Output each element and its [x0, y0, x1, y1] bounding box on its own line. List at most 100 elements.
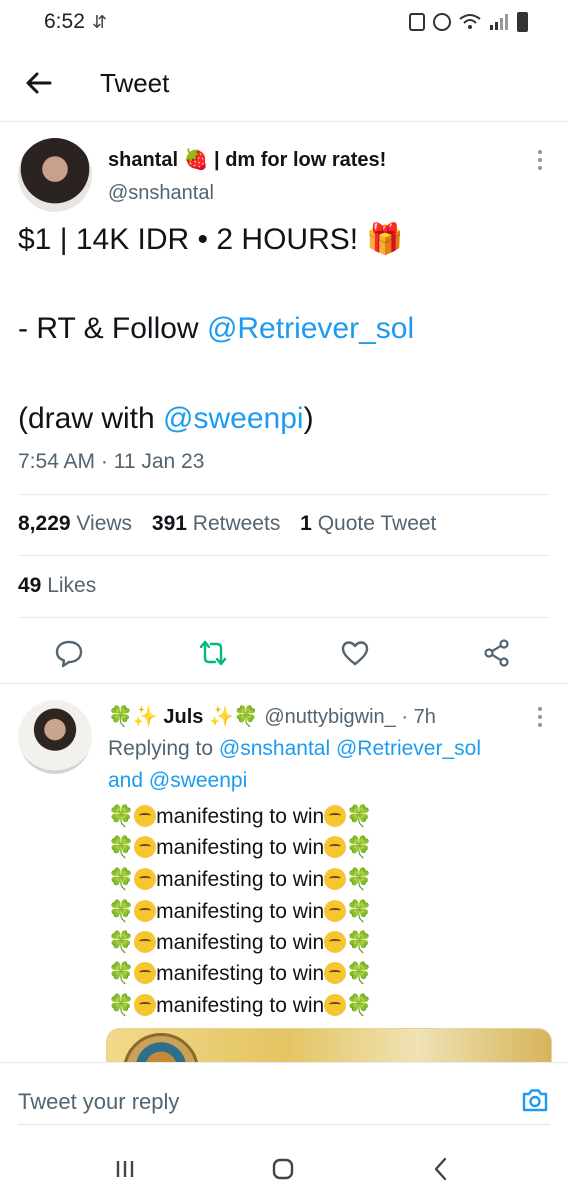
sync-icon: ⇵ — [92, 12, 108, 32]
reply-text-line: 🍀 manifesting to win 🍀 — [108, 958, 372, 989]
tweet-actions — [0, 622, 568, 684]
reply-text: manifesting to win — [156, 805, 325, 828]
reply-author-handle[interactable]: @nuttybigwin_ — [264, 706, 395, 728]
tweet-text-line2: - RT & Follow @Retriever_sol — [18, 312, 414, 346]
tweet-text-line1: $1 | 14K IDR • 2 HOURS! 🎁 — [18, 223, 404, 256]
tweet-text-close: ) — [303, 402, 314, 435]
likes-stat[interactable]: 49 Likes — [18, 574, 96, 597]
pleading-face-icon — [324, 931, 347, 953]
back-nav-icon[interactable] — [426, 1154, 456, 1184]
reply-author-name[interactable]: 🍀✨ Juls ✨🍀 — [108, 706, 259, 728]
divider — [18, 617, 550, 618]
quotes-label: Quote Tweet — [317, 512, 437, 535]
views-stat: 8,229 Views — [18, 512, 132, 535]
back-arrow-icon[interactable] — [22, 66, 56, 100]
author-name[interactable]: shantal 🍓 | dm for low rates! — [108, 147, 386, 172]
tweet-timestamp[interactable]: 7:54 AM · 11 Jan 23 — [18, 450, 204, 474]
signal-icon — [489, 13, 509, 31]
pleading-face-icon — [324, 805, 347, 827]
pleading-face-icon — [134, 900, 157, 922]
reply-text: manifesting to win — [156, 931, 325, 954]
clover-icon: 🍀 — [346, 994, 373, 1017]
retweets-label: Retweets — [192, 512, 281, 535]
reply-text: manifesting to win — [156, 836, 325, 859]
divider — [18, 494, 550, 495]
pleading-face-icon — [324, 868, 347, 890]
reply-time: · 7h — [401, 706, 436, 728]
tweet-text-draw: (draw with — [18, 402, 164, 435]
likes-count: 49 — [18, 574, 42, 597]
mention-sweenpi[interactable]: @sweenpi — [163, 402, 304, 435]
reply-more-options-icon[interactable] — [530, 703, 550, 733]
home-icon[interactable] — [268, 1154, 298, 1184]
tweet-text-line3: (draw with @sweenpi) — [18, 402, 314, 436]
replying-to-line1: Replying to @snshantal @Retriever_sol — [108, 737, 481, 761]
divider — [18, 555, 550, 556]
reply-input[interactable] — [18, 1085, 488, 1119]
clover-icon: 🍀 — [346, 962, 373, 985]
views-label: Views — [76, 512, 133, 535]
tweet-text-follow: - RT & Follow — [18, 312, 207, 345]
pleading-face-icon — [324, 836, 347, 858]
quotes-stat[interactable]: 1 Quote Tweet — [300, 512, 436, 535]
reply-text-line: 🍀 manifesting to win 🍀 — [108, 927, 372, 958]
reply-text-line: 🍀 manifesting to win 🍀 — [108, 864, 372, 895]
clover-icon: 🍀 — [346, 868, 373, 891]
clover-icon: 🍀 — [108, 962, 135, 985]
replying-label: Replying to — [108, 737, 214, 760]
pleading-face-icon — [134, 868, 157, 890]
author-handle[interactable]: @snshantal — [108, 182, 214, 205]
clover-icon: 🍀 — [346, 836, 373, 859]
status-time: 6:52 — [44, 10, 85, 33]
page-title: Tweet — [100, 68, 170, 98]
pleading-face-icon — [134, 931, 157, 953]
retweet-icon[interactable] — [198, 638, 228, 668]
views-count: 8,229 — [18, 512, 71, 535]
reply-text-line: 🍀 manifesting to win 🍀 — [108, 832, 372, 863]
pleading-face-icon — [134, 805, 157, 827]
pleading-face-icon — [134, 962, 157, 984]
retweets-stat[interactable]: 391 Retweets — [152, 512, 280, 535]
clover-icon: 🍀 — [108, 868, 135, 891]
replying-to-line2: and @sweenpi — [108, 769, 247, 793]
reply-text: manifesting to win — [156, 900, 325, 923]
retweets-count: 391 — [151, 512, 187, 535]
pleading-face-icon — [324, 962, 347, 984]
stats-row: 8,229 Views 391 Retweets 1 Quote Tweet — [18, 512, 450, 536]
clover-icon: 🍀 — [108, 805, 135, 828]
mention-retriever-sol[interactable]: @Retriever_sol — [336, 737, 481, 760]
mention-snshantal[interactable]: @snshantal — [219, 737, 330, 760]
reply-text: manifesting to win — [156, 868, 325, 891]
reply-icon[interactable] — [54, 638, 84, 668]
reply-text-line: 🍀 manifesting to win 🍀 — [108, 896, 372, 927]
clover-icon: 🍀 — [108, 931, 135, 954]
likes-row: 49 Likes — [18, 574, 110, 598]
reply-header: 🍀✨ Juls ✨🍀 @nuttybigwin_ · 7h — [108, 704, 436, 729]
battery-icon — [517, 12, 528, 32]
recent-apps-icon[interactable] — [110, 1154, 140, 1184]
pleading-face-icon — [134, 836, 157, 858]
clover-icon: 🍀 — [346, 900, 373, 923]
recorder-icon — [409, 13, 425, 31]
status-icons — [409, 12, 528, 32]
system-navigation-bar — [0, 1138, 568, 1200]
likes-label: Likes — [47, 574, 97, 597]
mention-retriever-sol[interactable]: @Retriever_sol — [207, 312, 414, 345]
wifi-icon — [459, 13, 481, 31]
reply-input-underline — [18, 1124, 550, 1125]
clover-icon: 🍀 — [346, 931, 373, 954]
quotes-count: 1 — [300, 512, 312, 535]
reply-avatar[interactable] — [18, 700, 92, 774]
like-icon[interactable] — [340, 638, 370, 668]
more-options-icon[interactable] — [530, 146, 550, 176]
mention-sweenpi[interactable]: @sweenpi — [149, 769, 247, 792]
reply-text: manifesting to win — [156, 994, 325, 1017]
clover-icon: 🍀 — [108, 900, 135, 923]
header: Tweet — [0, 46, 568, 122]
clover-icon: 🍀 — [108, 994, 135, 1017]
alarm-icon — [433, 13, 451, 31]
pleading-face-icon — [324, 900, 347, 922]
author-avatar[interactable] — [18, 138, 92, 212]
camera-icon[interactable] — [520, 1085, 550, 1115]
share-icon[interactable] — [482, 638, 512, 668]
